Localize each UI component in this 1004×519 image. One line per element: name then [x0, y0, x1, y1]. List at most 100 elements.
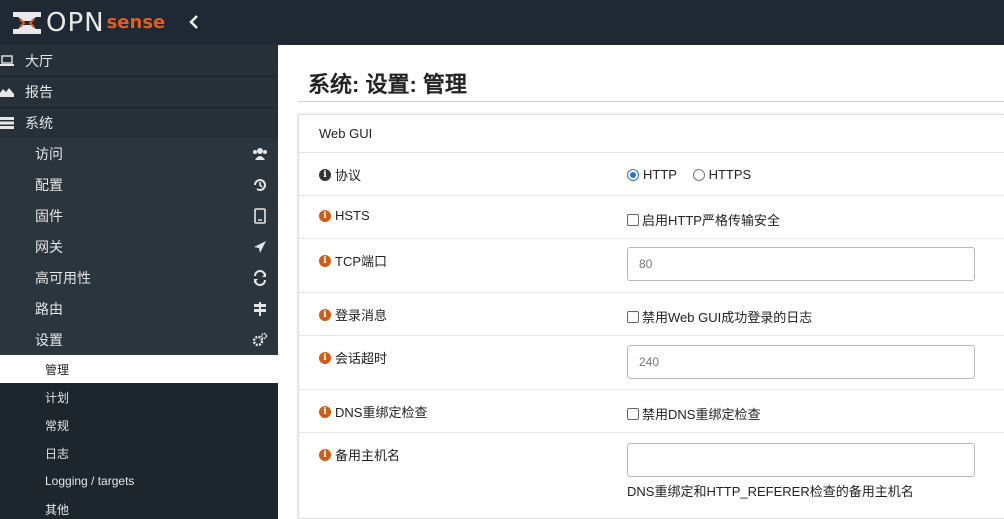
checkbox-label: 禁用Web GUI成功登录的日志	[642, 310, 813, 325]
sidebar-item-label: 常规	[45, 418, 70, 433]
history-icon	[254, 179, 266, 191]
brand-name: OPN	[46, 7, 105, 38]
sidebar-item-label: 配置	[35, 176, 63, 193]
alternate-hostnames-group: DNS重绑定和HTTP_REFERER检查的备用主机名	[627, 443, 975, 500]
info-icon[interactable]: i	[319, 254, 331, 267]
info-icon[interactable]: i	[319, 351, 331, 364]
sidebar-item-label: 设置	[35, 331, 63, 348]
session-timeout-input[interactable]	[627, 345, 975, 379]
sidebar-item-label: 计划	[45, 390, 70, 405]
protocol-http-radio[interactable]: HTTP	[627, 167, 677, 182]
sidebar: 大厅 报告 系统 访问 配置 固件 网关 高可用性 路由 设置 管理 计划 常规…	[0, 45, 278, 519]
radio-unselected-icon	[692, 168, 705, 181]
protocol-row: i 协议 HTTP HTTPS	[299, 153, 1004, 196]
sidebar-item-label: 报告	[25, 84, 53, 100]
server-icon	[0, 116, 16, 130]
sidebar-item-routes[interactable]: 路由	[0, 293, 278, 324]
sidebar-item-logging[interactable]: 日志	[0, 439, 278, 467]
hsts-label-text: HSTS	[335, 208, 370, 223]
sidebar-item-miscellaneous[interactable]: 其他	[0, 495, 278, 519]
dns-rebind-checkbox[interactable]: 禁用DNS重绑定检查	[627, 404, 760, 423]
refresh-icon	[254, 270, 266, 286]
sidebar-item-config[interactable]: 配置	[0, 169, 278, 200]
session-timeout-label: i 会话超时	[319, 348, 387, 367]
protocol-radio-group: HTTP HTTPS	[627, 167, 763, 184]
alternate-hostnames-help: DNS重绑定和HTTP_REFERER检查的备用主机名	[627, 484, 914, 499]
webgui-panel: Web GUI i 协议 HTTP HTTPS i HSTS 启用HTTP严格传…	[298, 114, 1004, 519]
sidebar-item-firmware[interactable]: 固件	[0, 200, 278, 231]
info-icon[interactable]: i	[319, 448, 331, 461]
hsts-checkbox[interactable]: 启用HTTP严格传输安全	[627, 210, 780, 229]
sidebar-item-label: 网关	[35, 238, 63, 255]
alternate-hostnames-input[interactable]	[627, 443, 975, 477]
users-icon	[253, 148, 267, 160]
location-arrow-icon	[254, 241, 266, 253]
opnsense-logo[interactable]: OPN sense	[12, 0, 165, 45]
hsts-row: i HSTS 启用HTTP严格传输安全	[299, 196, 1004, 239]
login-messages-row: i 登录消息 禁用Web GUI成功登录的日志	[299, 293, 1004, 336]
alternate-hostnames-row: i 备用主机名 DNS重绑定和HTTP_REFERER检查的备用主机名	[299, 433, 1004, 513]
hsts-label: i HSTS	[319, 208, 370, 223]
sidebar-item-administration[interactable]: 管理	[0, 355, 278, 383]
alternate-hostnames-label-text: 备用主机名	[335, 448, 401, 463]
tcp-port-input[interactable]	[627, 247, 975, 281]
checkbox-icon	[627, 407, 639, 420]
info-icon[interactable]: i	[319, 405, 331, 418]
brand-suffix: sense	[106, 12, 166, 33]
radio-label: HTTP	[643, 167, 677, 182]
sidebar-item-label: 其他	[45, 502, 70, 517]
tcp-port-label: i TCP端口	[319, 251, 387, 270]
checkbox-label: 禁用DNS重绑定检查	[642, 407, 761, 422]
sidebar-item-label: 日志	[45, 446, 70, 461]
sidebar-item-label: 大厅	[25, 52, 53, 69]
sidebar-item-label: 固件	[35, 207, 63, 224]
signpost-icon	[254, 302, 266, 316]
protocol-label-text: 协议	[335, 168, 362, 183]
dns-rebind-label: i DNS重绑定检查	[319, 402, 427, 421]
checkbox-icon	[627, 213, 639, 226]
login-messages-checkbox[interactable]: 禁用Web GUI成功登录的日志	[627, 307, 812, 326]
protocol-label: i 协议	[319, 165, 361, 184]
info-icon[interactable]: i	[319, 168, 331, 181]
laptop-icon	[0, 54, 16, 68]
title-divider	[298, 101, 1004, 102]
sidebar-item-gateways[interactable]: 网关	[0, 231, 278, 262]
dns-rebind-row: i DNS重绑定检查 禁用DNS重绑定检查	[299, 390, 1004, 433]
login-messages-label: i 登录消息	[319, 305, 387, 324]
sidebar-item-label: 访问	[35, 145, 63, 162]
session-timeout-label-text: 会话超时	[335, 351, 388, 366]
tcp-port-row: i TCP端口	[299, 239, 1004, 293]
sidebar-item-high-availability[interactable]: 高可用性	[0, 262, 278, 293]
sidebar-item-system[interactable]: 系统	[0, 107, 278, 138]
info-icon[interactable]: i	[319, 209, 331, 222]
opnsense-logo-icon	[13, 11, 41, 34]
radio-selected-icon	[627, 168, 639, 181]
info-icon[interactable]: i	[319, 308, 331, 321]
main-content: 系统: 设置: 管理 Web GUI i 协议 HTTP HTTPS i HST…	[278, 45, 1004, 519]
area-chart-icon	[0, 85, 16, 99]
protocol-https-radio[interactable]: HTTPS	[692, 167, 752, 182]
sidebar-item-label: 路由	[35, 300, 63, 317]
cogs-icon	[252, 332, 268, 347]
sidebar-item-lobby[interactable]: 大厅	[0, 45, 278, 76]
sidebar-item-label: 系统	[25, 115, 53, 131]
sidebar-item-general[interactable]: 常规	[0, 411, 278, 439]
radio-label: HTTPS	[708, 167, 752, 182]
sidebar-item-access[interactable]: 访问	[0, 138, 278, 169]
sidebar-item-cron[interactable]: 计划	[0, 383, 278, 411]
checkbox-label: 启用HTTP严格传输安全	[642, 213, 780, 228]
alternate-hostnames-label: i 备用主机名	[319, 445, 400, 464]
sidebar-item-reports[interactable]: 报告	[0, 76, 278, 107]
top-navbar: OPN sense	[0, 0, 1004, 45]
page-title: 系统: 设置: 管理	[308, 72, 467, 97]
chevron-left-icon[interactable]	[186, 12, 202, 32]
tcp-port-label-text: TCP端口	[335, 254, 388, 269]
sidebar-item-label: 管理	[45, 362, 70, 377]
login-messages-label-text: 登录消息	[335, 308, 388, 323]
checkbox-icon	[627, 310, 639, 323]
sidebar-item-logging-targets[interactable]: Logging / targets	[0, 467, 278, 495]
sidebar-item-label: Logging / targets	[45, 474, 135, 488]
sidebar-item-settings[interactable]: 设置	[0, 324, 278, 355]
panel-header: Web GUI	[299, 115, 1004, 153]
sidebar-item-label: 高可用性	[35, 269, 91, 286]
